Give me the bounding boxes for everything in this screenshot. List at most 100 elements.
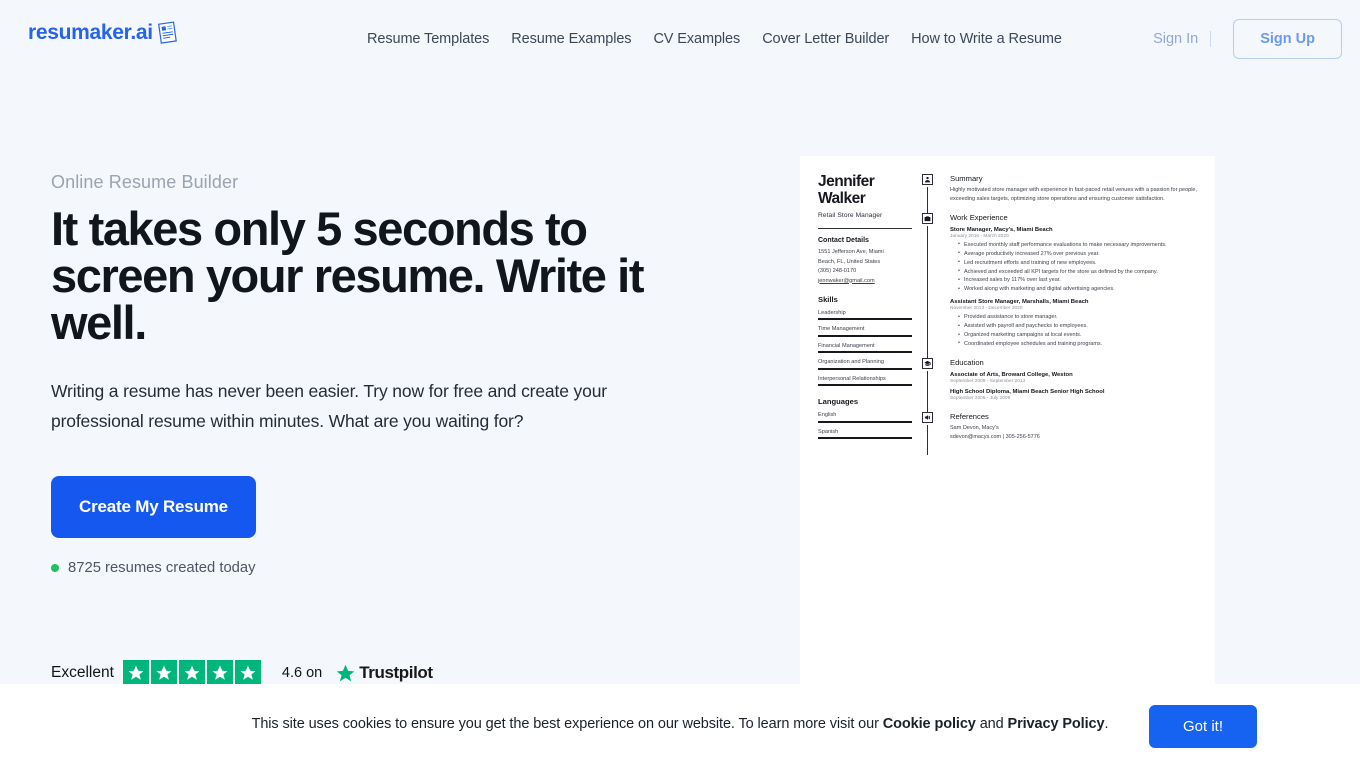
references-heading: References (950, 411, 989, 421)
landing-page: resumaker.ai Resume Templates Resume Exa… (0, 0, 1360, 764)
job-bullet: Coordinated employee schedules and train… (958, 339, 1201, 349)
hero-eyebrow: Online Resume Builder (51, 172, 239, 192)
contact-email[interactable]: jennwaker@gmail.com (818, 278, 912, 284)
work-experience-body: Work Experience Store Manager, Macy's, M… (950, 213, 1201, 358)
nav-item-resume-examples[interactable]: Resume Examples (511, 31, 631, 47)
sign-in-link[interactable]: Sign In (1141, 31, 1210, 47)
language-bar (818, 420, 912, 423)
skill-item: Interpersonal Relationships (818, 376, 912, 387)
job-title: Store Manager, Macy's, Miami Beach (950, 226, 1053, 233)
job-bullet: Provided assistance to store manager. (958, 313, 1201, 322)
trustpilot-star-icon (336, 664, 355, 681)
resume-divider (818, 228, 912, 230)
resume-section-work-experience: Work Experience Store Manager, Macy's, M… (922, 212, 1201, 362)
hero-subcopy: Writing a resume has never been easier. … (51, 381, 607, 431)
hero-content: Online Resume Builder It takes only 5 se… (51, 172, 711, 576)
resume-right-column: Summary Highly motivated store manager w… (918, 174, 1201, 455)
contact-address-line2: Beach, FL, United States (818, 258, 881, 265)
contact-details-heading: Contact Details (818, 237, 869, 245)
education-dates: September 2009 - September 2013 (950, 378, 1026, 384)
skill-bar (818, 351, 912, 354)
education-body: Education Associate of Arts, Broward Col… (950, 358, 1201, 412)
resumes-created-counter: 8725 resumes created today (51, 560, 711, 576)
got-it-button[interactable]: Got it! (1148, 705, 1257, 748)
briefcase-icon (922, 212, 933, 224)
skill-bar (818, 318, 912, 321)
job-bullet: Executed monthly staff performance evalu… (958, 240, 1201, 250)
job-bullet: Assisted with payroll and paychecks to e… (958, 322, 1201, 331)
create-my-resume-button[interactable]: Create My Resume (51, 476, 256, 538)
job-dates: November 2013 - December 2020 (950, 306, 1023, 312)
cookie-message: This site uses cookies to ensure you get… (252, 716, 1109, 732)
education-title: Associate of Arts, Broward College, West… (950, 371, 1073, 378)
work-experience-heading: Work Experience (950, 212, 1008, 222)
resume-left-column: Jennifer Walker Retail Store Manager Con… (818, 173, 918, 451)
resume-section-summary: Summary Highly motivated store manager w… (922, 174, 1201, 217)
timeline-gutter (922, 357, 950, 416)
job-bullets: Provided assistance to store manager. As… (950, 313, 1201, 349)
cookie-policy-link[interactable]: Cookie policy (883, 716, 976, 732)
star-icon (206, 660, 233, 686)
job-bullet: Increased sales by 117% over last year. (958, 276, 1201, 285)
job-dates: January 2016 - March 2020 (950, 233, 1009, 239)
resume-role: Retail Store Manager (818, 212, 883, 220)
logo[interactable]: resumaker.ai (28, 20, 181, 44)
privacy-policy-link[interactable]: Privacy Policy (1008, 716, 1105, 732)
education-dates: September 2005 - July 2009 (950, 395, 1011, 401)
timeline-line (927, 225, 928, 362)
skill-item: Leadership (818, 310, 912, 321)
job-title: Assistant Store Manager, Marshalls, Miam… (950, 299, 1089, 306)
skill-item: Financial Management (818, 343, 912, 354)
cookie-text-after: . (1104, 716, 1109, 732)
document-logo-icon (157, 21, 177, 44)
resume-name-line2: Walker (818, 189, 866, 207)
star-icon (122, 660, 149, 686)
star-icon (150, 660, 177, 686)
skill-bar (818, 334, 912, 337)
nav-item-resume-templates[interactable]: Resume Templates (367, 31, 489, 47)
sign-up-button[interactable]: Sign Up (1233, 19, 1342, 59)
timeline-line (927, 370, 928, 416)
star-icon (234, 660, 261, 686)
summary-text: Highly motivated store manager with expe… (950, 187, 1198, 202)
resume-preview-card[interactable]: Jennifer Walker Retail Store Manager Con… (800, 156, 1215, 686)
resume-section-education: Education Associate of Arts, Broward Col… (922, 357, 1201, 416)
nav-item-cover-letter-builder[interactable]: Cover Letter Builder (762, 31, 889, 47)
hero-headline: It takes only 5 seconds to screen your r… (51, 202, 644, 349)
logo-text: resumaker.ai (28, 21, 153, 44)
job-bullets: Executed monthly staff performance evalu… (950, 240, 1201, 294)
trustpilot-score: 4.6 on (281, 665, 323, 681)
job-bullet: Led recruitment efforts and training of … (958, 258, 1201, 268)
skill-item: Time Management (818, 326, 912, 337)
contact-phone: (305) 248-0170 (818, 267, 857, 274)
job-bullet: Worked along with marketing and digital … (958, 285, 1201, 294)
resume-name-line1: Jennifer (818, 173, 875, 190)
person-icon (922, 174, 933, 185)
summary-heading: Summary (950, 174, 983, 183)
timeline-gutter (922, 411, 950, 455)
skill-bar (818, 367, 912, 370)
nav-item-cv-examples[interactable]: CV Examples (653, 31, 740, 47)
trustpilot-brand: Trustpilot (335, 663, 433, 684)
language-label: Spanish (818, 428, 839, 435)
language-bar (818, 437, 912, 440)
megaphone-icon (922, 411, 933, 423)
summary-body: Summary Highly motivated store manager w… (950, 174, 1201, 213)
skill-bar (818, 384, 912, 387)
language-item: English (818, 412, 912, 423)
status-dot-icon (51, 564, 59, 572)
skill-label: Financial Management (818, 342, 875, 349)
resumes-created-text: 8725 resumes created today (68, 560, 256, 576)
contact-address-line1: 1551 Jefferson Ave, Miami (818, 249, 884, 256)
language-label: English (818, 412, 837, 419)
trustpilot-rating[interactable]: Excellent 4.6 on Trustpilot (51, 660, 433, 686)
reference-name: Sam Devon, Macy's (950, 424, 999, 431)
trustpilot-word: Excellent (51, 664, 114, 681)
header-actions: Sign In Sign Up (1141, 0, 1342, 78)
education-title: High School Diploma, Miami Beach Senior … (950, 388, 1105, 395)
graduation-cap-icon (922, 357, 933, 369)
nav-item-how-to-write-a-resume[interactable]: How to Write a Resume (911, 31, 1062, 47)
job-bullet: Achieved and exceeded all KPI targets fo… (958, 267, 1201, 277)
cookie-text-mid: and (975, 716, 1008, 732)
site-header: resumaker.ai Resume Templates Resume Exa… (0, 0, 1360, 78)
